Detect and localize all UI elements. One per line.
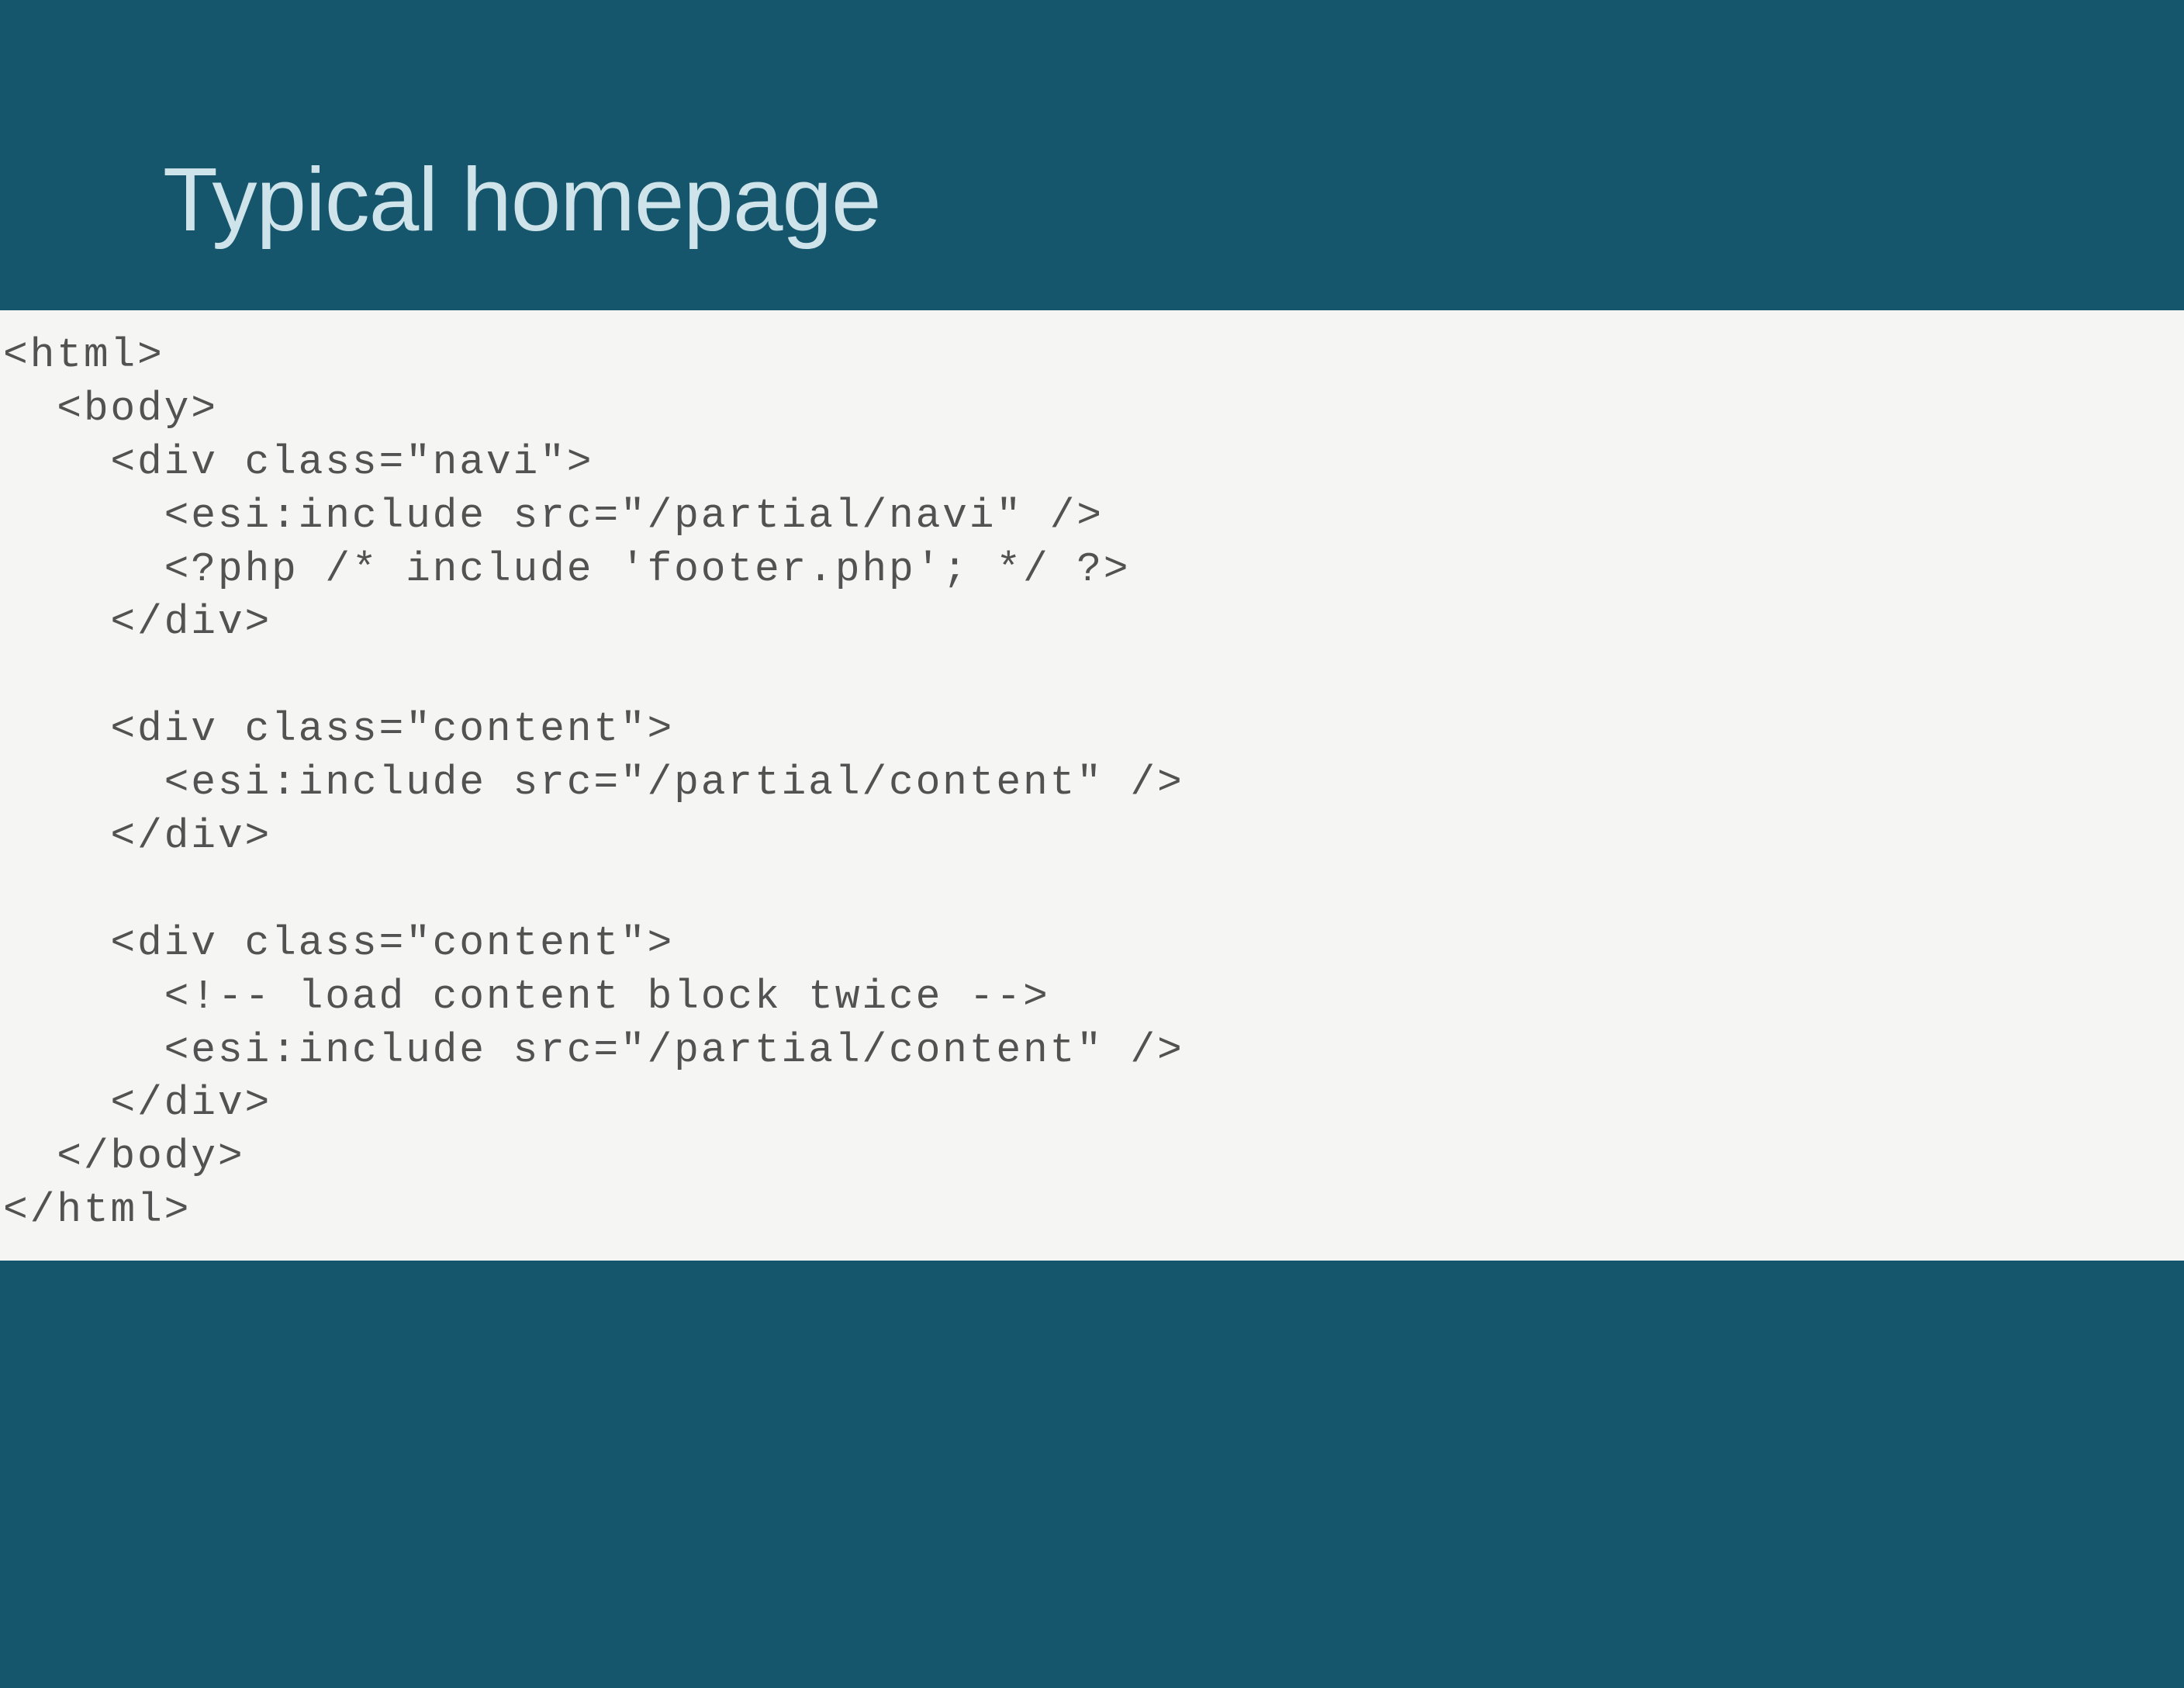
code-content: <html> <body> <div class="navi"> <esi:in… (0, 329, 2184, 1237)
slide-header: Typical homepage (0, 0, 2184, 310)
code-block: <html> <body> <div class="navi"> <esi:in… (0, 310, 2184, 1261)
slide-title: Typical homepage (163, 147, 880, 251)
slide: Typical homepage <html> <body> <div clas… (0, 0, 2184, 1688)
